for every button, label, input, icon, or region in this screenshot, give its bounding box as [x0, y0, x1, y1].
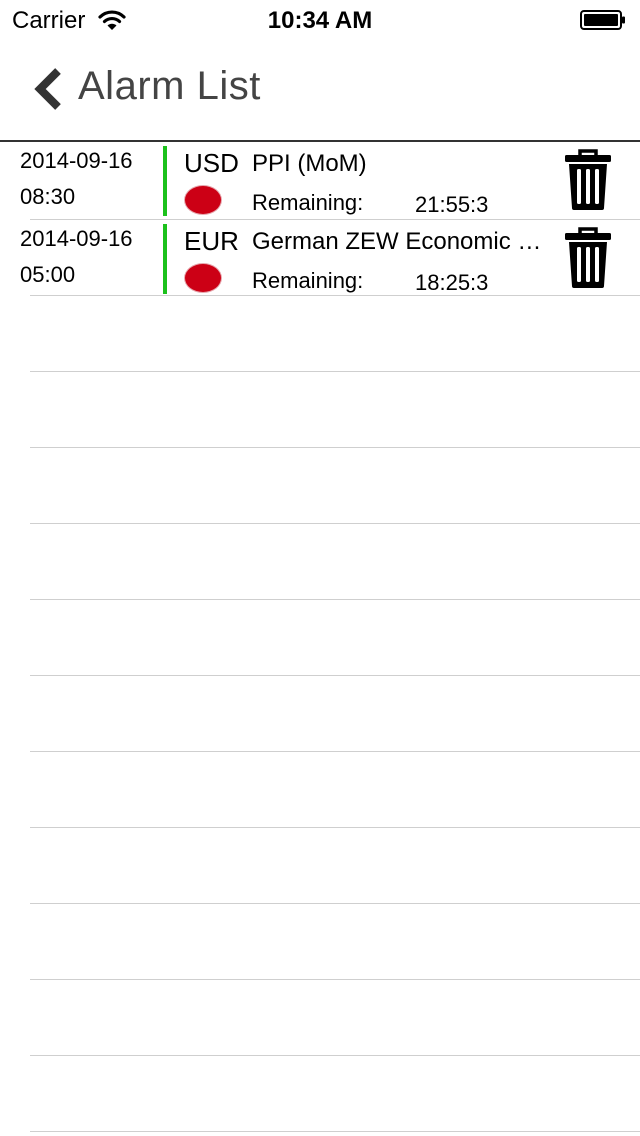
- delete-alarm-button[interactable]: [560, 148, 616, 212]
- navigation-bar: Alarm List: [0, 40, 640, 142]
- row-divider: [30, 447, 640, 448]
- alarm-event-name: PPI (MoM): [252, 150, 367, 177]
- alarm-date: 2014-09-16: [20, 148, 133, 173]
- alarm-list: 2014-09-16 08:30 USD PPI (MoM) Remaining…: [0, 142, 640, 1136]
- trash-icon: [565, 227, 611, 288]
- row-divider: [30, 979, 640, 980]
- row-divider: [30, 371, 640, 372]
- status-time: 10:34 AM: [267, 7, 373, 34]
- alarm-currency: USD: [184, 148, 239, 178]
- alarm-row[interactable]: 2014-09-16 05:00 EUR German ZEW Economic…: [0, 220, 640, 296]
- alarm-currency: EUR: [184, 226, 239, 256]
- row-divider: [30, 675, 640, 676]
- status-bar: Carrier 10:34 AM: [0, 0, 640, 40]
- impact-dot-icon: [185, 264, 221, 292]
- row-divider: [30, 751, 640, 752]
- alarm-row[interactable]: 2014-09-16 08:30 USD PPI (MoM) Remaining…: [0, 142, 640, 218]
- alarm-event-name: German ZEW Economic Sentiment: [252, 228, 552, 255]
- page-title: Alarm List: [78, 64, 261, 108]
- alarm-date: 2014-09-16: [20, 226, 133, 251]
- remaining-value: 18:25:3: [415, 270, 489, 295]
- row-divider: [30, 523, 640, 524]
- row-indicator-bar: [163, 146, 167, 216]
- impact-dot-icon: [185, 186, 221, 214]
- row-divider: [30, 1055, 640, 1056]
- alarm-time: 05:00: [20, 262, 76, 287]
- row-indicator-bar: [163, 224, 167, 294]
- row-divider: [30, 599, 640, 600]
- remaining-value: 21:55:3: [415, 192, 489, 217]
- battery-icon: [580, 10, 625, 30]
- row-divider: [30, 827, 640, 828]
- row-divider: [30, 903, 640, 904]
- remaining-label: Remaining:: [252, 190, 364, 215]
- row-divider: [30, 295, 640, 296]
- row-divider: [30, 1131, 640, 1132]
- alarm-time: 08:30: [20, 184, 76, 209]
- remaining-label: Remaining:: [252, 268, 364, 293]
- delete-alarm-button[interactable]: [560, 226, 616, 290]
- chevron-left-icon: [34, 68, 61, 110]
- back-button[interactable]: [22, 62, 82, 118]
- trash-icon: [565, 149, 611, 210]
